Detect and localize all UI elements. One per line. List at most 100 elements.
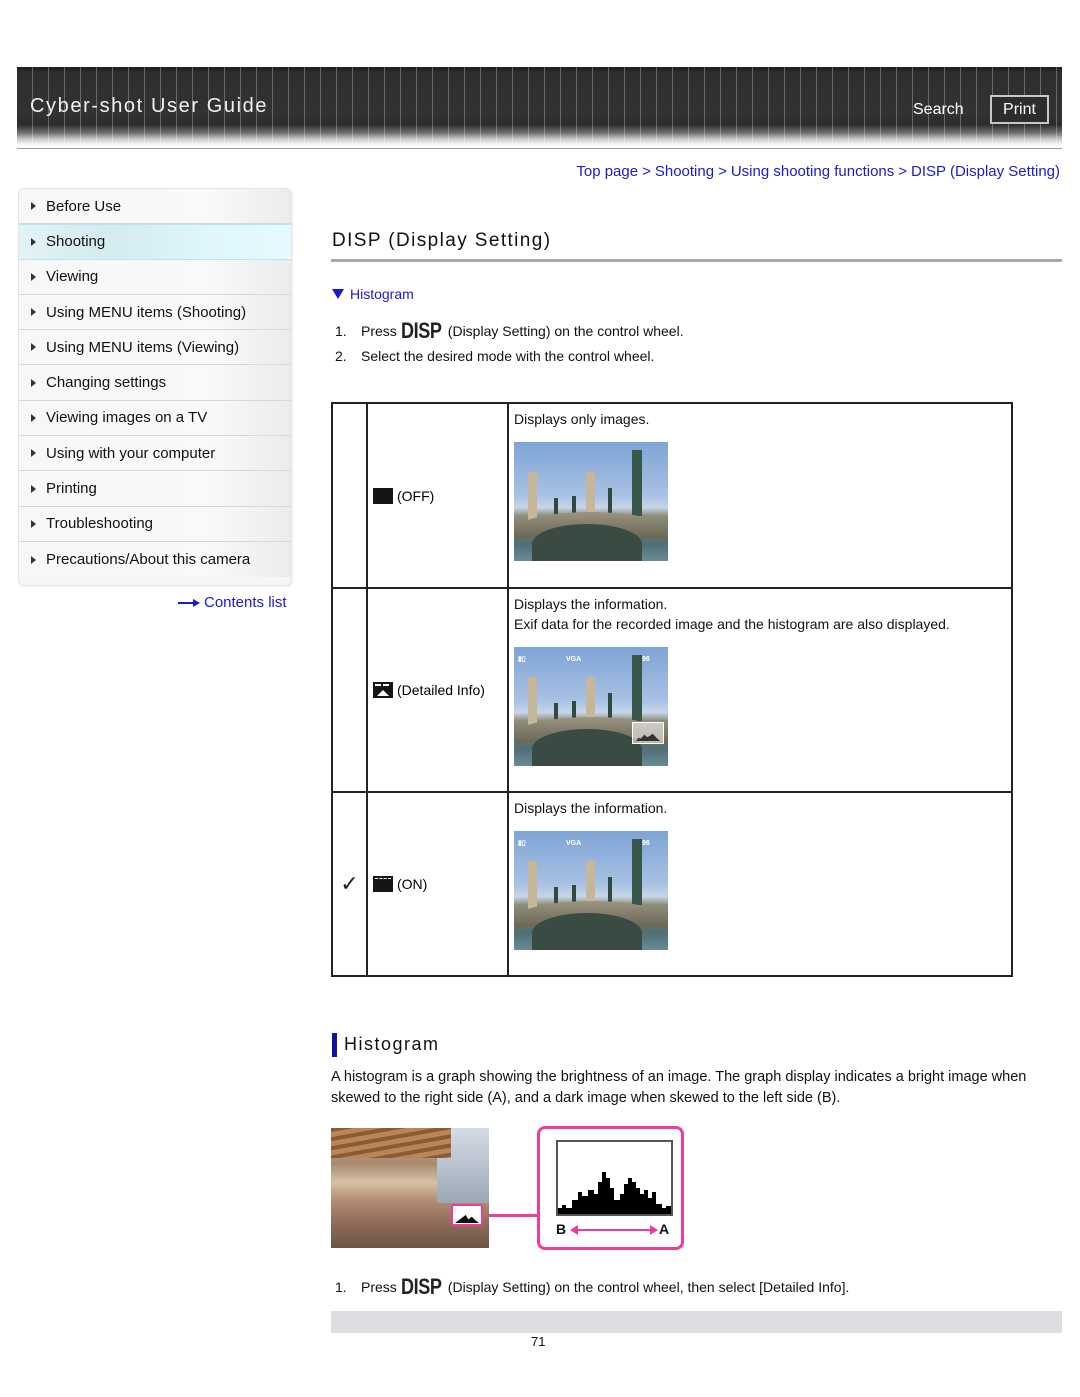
disp-button-icon: DISP <box>400 318 442 343</box>
battery-icon: ▮▯ <box>518 656 526 663</box>
photo-detail <box>528 677 537 725</box>
sidebar-item-before-use[interactable]: Before Use <box>19 189 291 225</box>
sidebar-item-menu-shooting[interactable]: Using MENU items (Shooting) <box>19 294 291 331</box>
step-text-after: (Display Setting) on the control wheel, … <box>447 1279 850 1295</box>
app-title: Cyber-shot User Guide <box>30 95 269 117</box>
header-banner: Cyber-shot User Guide Search Print <box>17 67 1062 149</box>
breadcrumb-separator: > <box>642 163 651 180</box>
triangle-right-icon <box>31 378 36 387</box>
histogram-description: A histogram is a graph showing the brigh… <box>331 1069 1027 1106</box>
sidebar-item-label: Troubleshooting <box>46 515 154 533</box>
step-number: 1. <box>335 323 347 339</box>
table-row: (Detailed Info) Displays the information… <box>331 587 1013 793</box>
sidebar-item-label: Printing <box>46 480 97 498</box>
description-line: Exif data for the recorded image and the… <box>514 616 950 632</box>
histogram-callout: B A <box>537 1126 684 1250</box>
breadcrumb-using-shooting-functions[interactable]: Using shooting functions <box>731 163 894 180</box>
histogram-graph <box>556 1140 673 1216</box>
sidebar-item-menu-viewing[interactable]: Using MENU items (Viewing) <box>19 330 291 366</box>
description-cell: Displays the information. Exif data for … <box>507 587 1013 793</box>
sidebar-item-changing-settings[interactable]: Changing settings <box>19 365 291 401</box>
histogram-section-title: Histogram <box>344 1034 440 1054</box>
dark-side-label: B <box>556 1221 567 1237</box>
mode-label: (ON) <box>373 876 507 892</box>
bright-side-label: A <box>659 1221 670 1237</box>
anchor-link-label: Histogram <box>350 286 414 302</box>
detailed-info-icon <box>373 682 393 698</box>
step-text-after: (Display Setting) on the control wheel. <box>447 323 684 339</box>
photo-detail <box>528 472 537 520</box>
breadcrumb-separator: > <box>718 163 727 180</box>
double-arrow-icon <box>570 1225 658 1235</box>
histogram-overlay <box>632 722 664 744</box>
triangle-right-icon <box>31 308 36 317</box>
title-divider <box>331 259 1062 262</box>
photo-detail <box>632 450 642 516</box>
triangle-down-icon <box>332 289 344 299</box>
triangle-right-icon <box>31 343 36 352</box>
mode-cell: (ON) <box>366 791 509 977</box>
arrow-right-icon <box>178 598 200 608</box>
triangle-right-icon <box>31 413 36 422</box>
mode-label: (Detailed Info) <box>373 682 507 698</box>
description-line: Displays the information. <box>514 800 668 816</box>
sidebar-item-label: Using with your computer <box>46 444 216 462</box>
print-button[interactable]: Print <box>990 95 1049 124</box>
triangle-right-icon <box>31 555 36 564</box>
mode-name: (Detailed Info) <box>397 682 485 698</box>
sidebar-item-printing[interactable]: Printing <box>19 471 291 507</box>
default-cell <box>331 402 368 589</box>
checkmark-icon: ✓ <box>340 871 359 896</box>
photo-detail <box>532 524 642 561</box>
photo-detail <box>532 913 642 950</box>
shot-count: 96 <box>642 656 650 663</box>
sidebar-item-label: Shooting <box>46 233 106 251</box>
sidebar-item-label: Viewing <box>46 268 99 286</box>
sidebar-nav: Before Use Shooting Viewing Using MENU i… <box>18 188 292 586</box>
mode-name: (OFF) <box>397 487 435 504</box>
contents-list-link[interactable]: Contents list <box>178 594 287 611</box>
breadcrumb: Top page > Shooting > Using shooting functio… <box>576 163 1060 180</box>
breadcrumb-shooting[interactable]: Shooting <box>655 163 714 180</box>
photo-detail <box>632 655 642 721</box>
sidebar-item-using-computer[interactable]: Using with your computer <box>19 436 291 472</box>
mode-label: (OFF) <box>373 487 507 504</box>
section-accent-bar <box>332 1033 337 1057</box>
sample-photo-off <box>514 442 668 561</box>
histogram-anchor-link[interactable]: Histogram <box>332 286 414 302</box>
breadcrumb-current-page[interactable]: DISP (Display Setting) <box>911 163 1060 180</box>
mode-name: (ON) <box>397 876 428 892</box>
sidebar-item-label: Changing settings <box>46 374 167 392</box>
histogram-sample-photo <box>331 1128 489 1248</box>
triangle-right-icon <box>31 237 36 246</box>
histogram-shape <box>558 1172 671 1214</box>
search-link[interactable]: Search <box>913 101 964 119</box>
breadcrumb-top-page[interactable]: Top page <box>576 163 638 180</box>
histogram-step-1: 1. Press DISP (Display Setting) on the c… <box>335 1274 849 1300</box>
sidebar-item-label: Using MENU items (Shooting) <box>46 303 247 321</box>
display-modes-table: (OFF) Displays only images. (Detailed In… <box>331 402 1013 977</box>
mode-cell: (OFF) <box>366 402 509 589</box>
step-number: 1. <box>335 1279 347 1295</box>
sidebar-item-viewing-on-tv[interactable]: Viewing images on a TV <box>19 400 291 437</box>
photo-detail <box>532 729 642 766</box>
step-1: 1. Press DISP (Display Setting) on the c… <box>335 318 684 344</box>
page-number: 71 <box>531 1334 546 1349</box>
display-off-icon <box>373 487 393 504</box>
step-2: 2. Select the desired mode with the cont… <box>335 348 654 364</box>
mini-histogram-highlight <box>451 1204 483 1226</box>
footer-bar <box>331 1311 1062 1333</box>
sidebar-item-troubleshooting[interactable]: Troubleshooting <box>19 506 291 542</box>
default-cell: ✓ <box>331 791 368 977</box>
disp-button-icon: DISP <box>400 1274 442 1299</box>
shot-count: 96 <box>642 840 650 847</box>
sidebar-item-shooting[interactable]: Shooting <box>19 224 291 260</box>
sidebar-item-label: Precautions/About this camera <box>46 551 251 569</box>
default-cell <box>331 587 368 793</box>
sidebar-item-label: Using MENU items (Viewing) <box>46 338 240 356</box>
battery-icon: ▮▯ <box>518 840 526 847</box>
triangle-right-icon <box>31 519 36 528</box>
sidebar-item-viewing[interactable]: Viewing <box>19 259 291 295</box>
display-on-icon <box>373 876 393 892</box>
sidebar-item-precautions[interactable]: Precautions/About this camera <box>19 541 291 578</box>
